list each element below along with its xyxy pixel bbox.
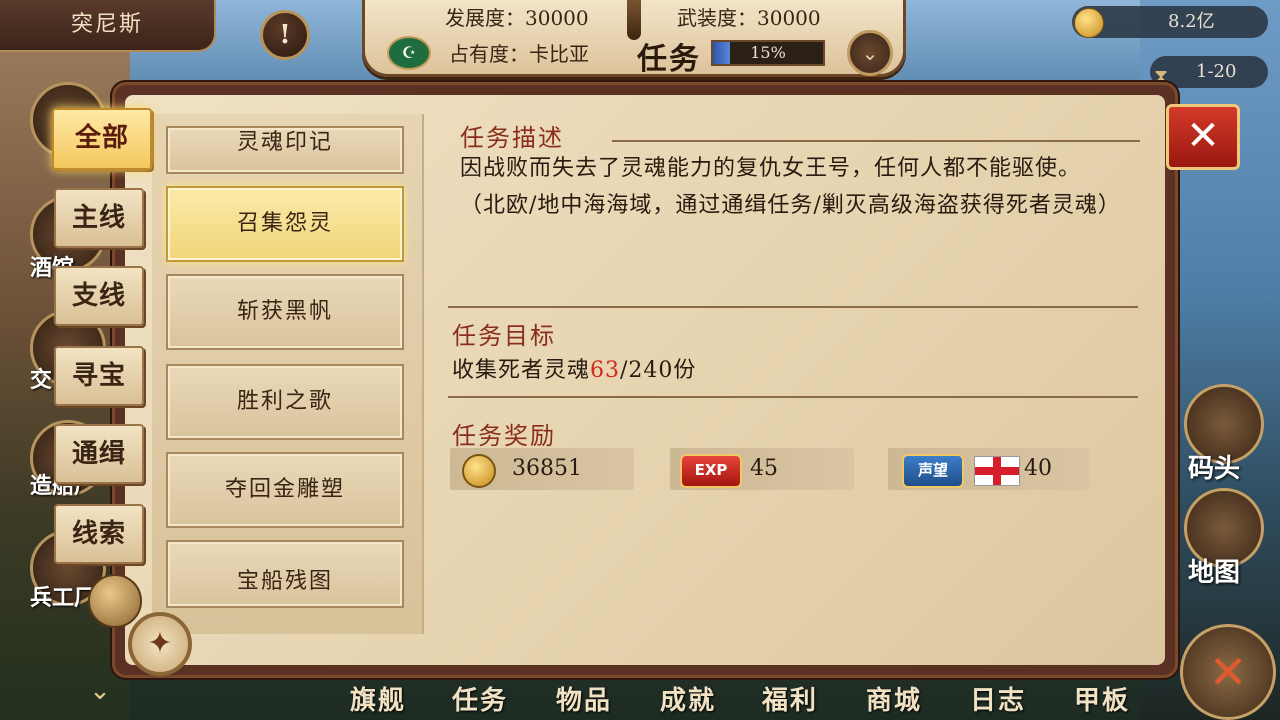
nav-items[interactable]: 物品 xyxy=(556,680,612,717)
map-label[interactable]: 地图 xyxy=(1188,552,1240,589)
occupancy-progress-bar: 15% xyxy=(711,40,825,66)
close-icon[interactable]: ✕ xyxy=(1166,104,1240,170)
city-status-plaque: 发展度：30000 武装度：30000 ☪ 占有度：卡比亚 任务 15% ⌄ xyxy=(362,0,906,77)
exp-badge-icon: EXP xyxy=(680,454,742,488)
reward-reputation-value: 40 xyxy=(1024,456,1052,481)
tab-side[interactable]: 支线 xyxy=(54,266,144,326)
bottom-nav: 旗舰 任务 物品 成就 福利 商城 日志 甲板 xyxy=(330,676,1170,720)
objective-title: 任务目标 xyxy=(452,322,556,350)
development-label: 发展度： xyxy=(445,6,525,30)
reward-title: 任务奖励 xyxy=(452,422,556,450)
armory-label: 兵工厂 xyxy=(30,585,97,611)
market-label: 交 xyxy=(30,367,53,393)
compass-icon[interactable]: ✦ xyxy=(128,612,192,676)
exclamation-icon[interactable]: ! xyxy=(260,10,310,60)
gold-coin-icon xyxy=(1074,8,1104,38)
tab-main[interactable]: 主线 xyxy=(54,188,144,248)
tab-clues[interactable]: 线索 xyxy=(54,504,144,564)
tab-wanted[interactable]: 通缉 xyxy=(54,424,144,484)
reward-reputation: 声望 40 xyxy=(888,448,1090,490)
reputation-badge-icon: 声望 xyxy=(902,454,964,488)
collapse-chevron-icon[interactable]: ⌄ xyxy=(847,30,893,76)
quest-item-victory-song[interactable]: 胜利之歌 xyxy=(166,364,404,440)
gold-coin-icon xyxy=(462,454,496,488)
nation-flag-icon: ☪ xyxy=(387,36,431,70)
reward-gold: 36851 xyxy=(450,448,634,490)
occupancy-text: 占有度：卡比亚 xyxy=(449,42,589,66)
section-divider xyxy=(448,306,1138,308)
panel-title: 任务 xyxy=(637,42,701,77)
crossed-swords-icon[interactable]: ✕ xyxy=(1180,624,1276,720)
objective-current: 63 xyxy=(590,358,621,383)
reward-exp-value: 45 xyxy=(750,456,778,481)
expand-chevron-icon[interactable]: ⌄ xyxy=(80,676,120,716)
objective-total: /240份 xyxy=(620,358,697,383)
nav-log[interactable]: 日志 xyxy=(970,680,1026,717)
nav-tasks[interactable]: 任务 xyxy=(452,680,508,717)
armament-value: 30000 xyxy=(757,6,821,30)
quest-item-summon-spirits[interactable]: 召集怨灵 xyxy=(166,186,404,262)
tab-all[interactable]: 全部 xyxy=(52,108,152,170)
armament-label: 武装度： xyxy=(677,6,757,30)
tab-treasure[interactable]: 寻宝 xyxy=(54,346,144,406)
description-title: 任务描述 xyxy=(460,124,564,152)
quest-objective: 收集死者灵魂63/240份 xyxy=(452,352,696,384)
objective-text: 收集死者灵魂 xyxy=(452,358,591,383)
city-name[interactable]: 突尼斯 xyxy=(0,0,216,52)
quest-item-treasure-map[interactable]: 宝船残图 xyxy=(166,540,404,608)
game-date-text: 1-20 xyxy=(1196,61,1237,82)
development-stat: 发展度：30000 xyxy=(445,2,589,31)
nav-achievements[interactable]: 成就 xyxy=(660,680,716,717)
dock-label[interactable]: 码头 xyxy=(1188,448,1240,485)
progress-text: 15% xyxy=(750,43,786,62)
nav-deck[interactable]: 甲板 xyxy=(1074,680,1130,717)
england-flag-icon xyxy=(974,456,1020,486)
nav-shop[interactable]: 商城 xyxy=(866,680,922,717)
quest-item-soul-mark[interactable]: 灵魂印记 xyxy=(166,126,404,174)
reward-gold-value: 36851 xyxy=(512,456,582,481)
quest-item-black-sail[interactable]: 斩获黑帆 xyxy=(166,274,404,350)
quest-description: 因战败而失去了灵魂能力的复仇女王号，任何人都不能驱使。（北欧/地中海海域，通过通… xyxy=(460,156,1121,218)
armament-stat: 武装度：30000 xyxy=(677,2,821,31)
gold-amount: 8.2亿 xyxy=(1168,11,1215,32)
quest-item-golden-statue[interactable]: 夺回金雕塑 xyxy=(166,452,404,528)
reward-exp: EXP 45 xyxy=(670,448,854,490)
nav-welfare[interactable]: 福利 xyxy=(762,680,818,717)
title-divider xyxy=(612,140,1140,142)
nav-flagship[interactable]: 旗舰 xyxy=(350,680,406,717)
brass-knob-icon xyxy=(88,574,142,628)
gold-balance[interactable]: 8.2亿 xyxy=(1072,6,1268,38)
section-divider xyxy=(448,396,1138,398)
development-value: 30000 xyxy=(525,6,589,30)
